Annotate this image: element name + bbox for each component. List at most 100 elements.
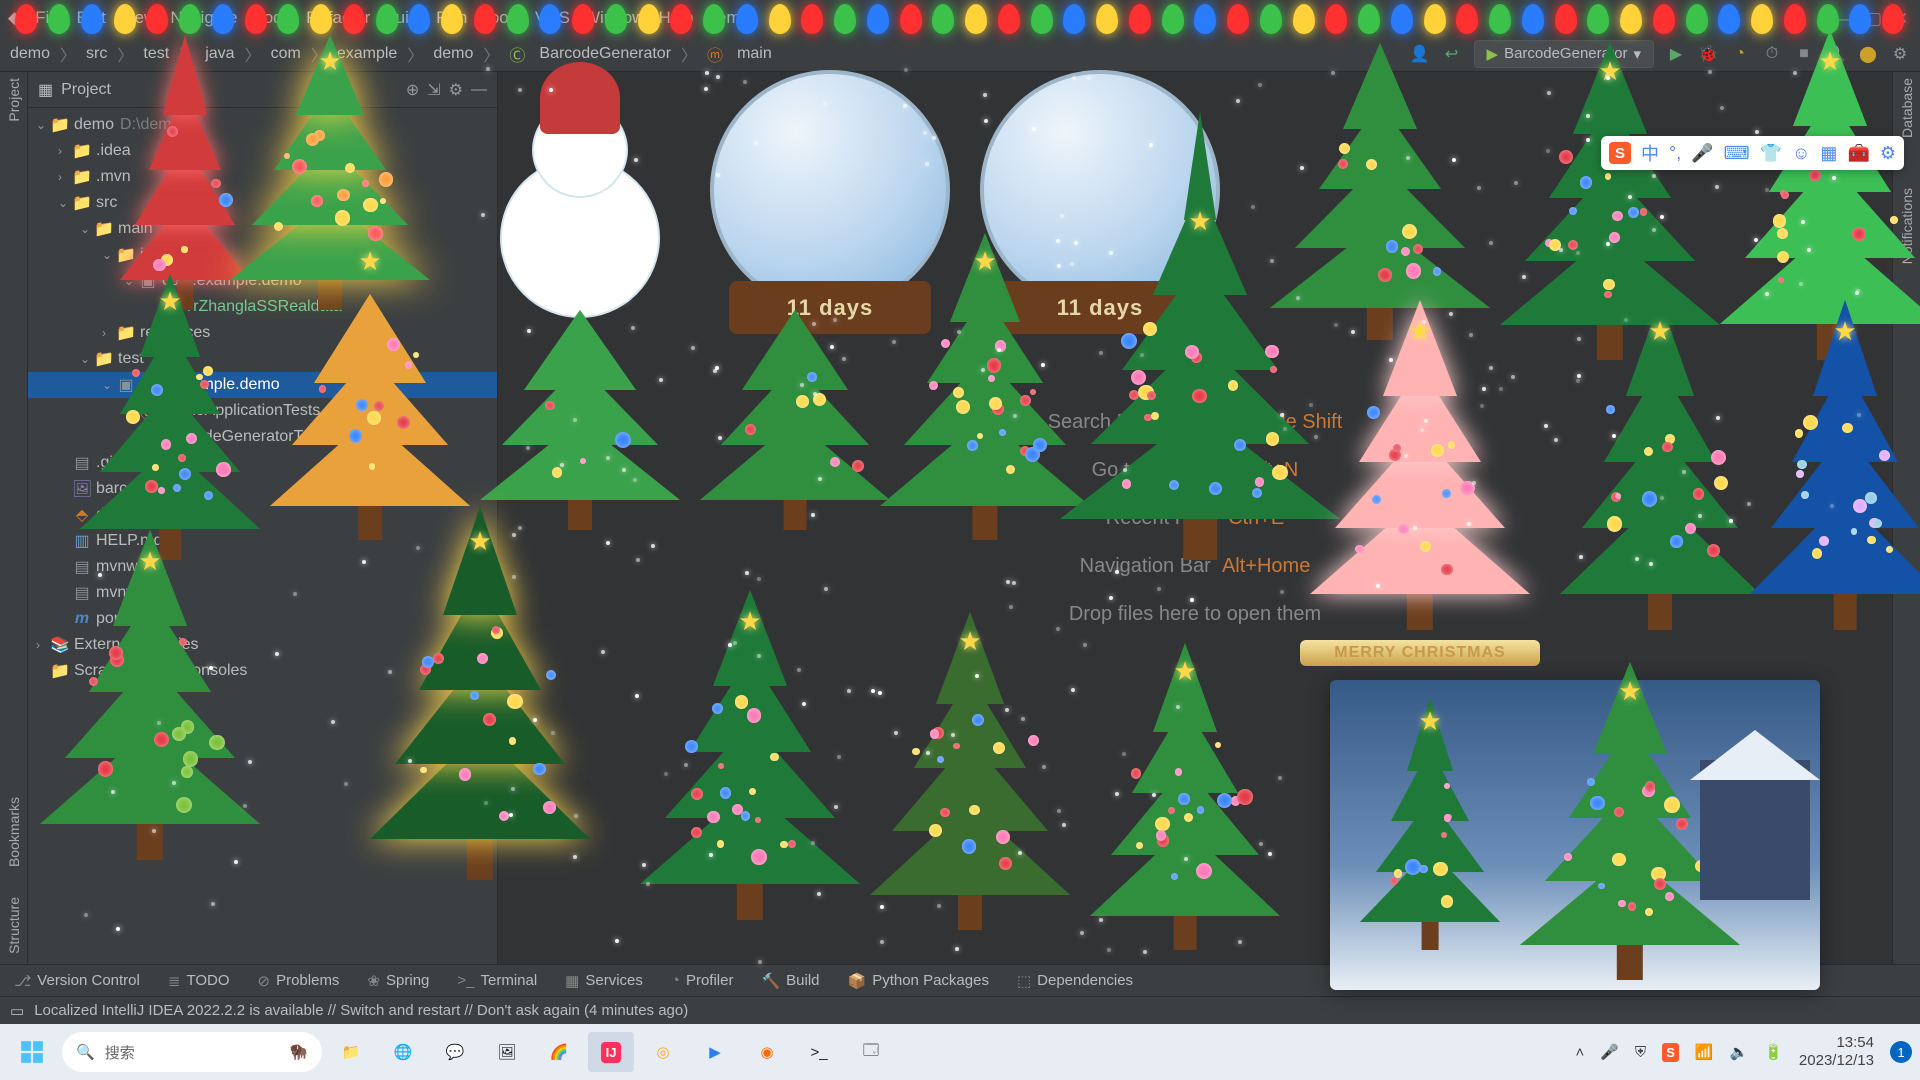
tree-row[interactable]: ⌄📁main (28, 216, 497, 242)
tree-row[interactable]: ⬘demo.iml (28, 502, 497, 528)
crumb-demo[interactable]: demo (433, 45, 473, 63)
menu-demo[interactable]: demo (707, 8, 750, 28)
tb-edge[interactable]: 🌐 (380, 1032, 426, 1072)
btab-version-control[interactable]: ⎇Version Control (14, 972, 140, 990)
ime-shirt-icon[interactable]: 👕 (1760, 143, 1782, 164)
close-icon[interactable]: ✕ (1894, 9, 1912, 27)
project-tree[interactable]: ⌄📁demoD:\demo›📁.idea›📁.mvn⌄📁src⌄📁main⌄📁j… (28, 108, 497, 964)
tree-arrow-icon[interactable]: › (58, 144, 72, 158)
tree-row[interactable]: ⌄📁java (28, 242, 497, 268)
tree-row[interactable]: ›📚External Libraries (28, 632, 497, 658)
debug-button[interactable]: 🐞 (1698, 44, 1718, 64)
tb-app4[interactable]: ◉ (744, 1032, 790, 1072)
ime-lang[interactable]: 中 (1641, 140, 1659, 166)
tree-arrow-icon[interactable]: ⌄ (58, 196, 72, 210)
stop-button[interactable]: ■ (1794, 44, 1814, 64)
tray-safe-icon[interactable]: ⛨ (1635, 1044, 1646, 1061)
search-icon[interactable]: 🔍 (1826, 44, 1846, 64)
tree-arrow-icon[interactable]: › (36, 638, 50, 652)
tray-chevron-icon[interactable]: ˄ (1575, 1044, 1584, 1061)
gutter-project[interactable]: Project (6, 78, 22, 122)
tb-app3[interactable]: ▶ (692, 1032, 738, 1072)
menu-run[interactable]: Run (436, 8, 467, 28)
tray-mic-icon[interactable]: 🎤 (1600, 1043, 1619, 1061)
tb-explorer[interactable]: 📁 (328, 1032, 374, 1072)
crumb-main[interactable]: main (737, 45, 772, 63)
tree-row[interactable]: mpom.xml (28, 606, 497, 632)
ime-toolbar[interactable]: S 中 °, 🎤 ⌨ 👕 ☺ ▦ 🧰 ⚙ (1601, 136, 1904, 170)
menu-tools[interactable]: Tools (481, 8, 521, 28)
tree-row[interactable]: ⌄📁test (28, 346, 497, 372)
tree-row[interactable]: ›📁resources (28, 320, 497, 346)
tray-sogou-icon[interactable]: S (1662, 1043, 1679, 1062)
tree-row[interactable]: ⌄▣com.example.demo (28, 372, 497, 398)
menu-help[interactable]: Help (658, 8, 693, 28)
tree-row[interactable]: ▤mvnw (28, 554, 497, 580)
menu-code[interactable]: Code (251, 8, 292, 28)
tree-row[interactable]: ⌄▣com.example.demo (28, 268, 497, 294)
start-button[interactable] (8, 1032, 56, 1072)
breadcrumb[interactable]: demo〉src〉test〉java〉com〉example〉demo〉ⒸBar… (10, 42, 772, 66)
btab-todo[interactable]: ≣TODO (168, 972, 230, 990)
tray-clock[interactable]: 13:54 2023/12/13 (1799, 1034, 1874, 1070)
ime-toolbox-icon[interactable]: 🧰 (1847, 143, 1869, 164)
btab-python-packages[interactable]: 📦Python Packages (848, 972, 989, 990)
gutter-structure[interactable]: Structure (6, 897, 22, 954)
minimize-icon[interactable]: — (1838, 9, 1856, 27)
tree-arrow-icon[interactable]: ⌄ (80, 222, 94, 236)
tray-battery-icon[interactable]: 🔋 (1764, 1043, 1783, 1061)
tb-intellij[interactable]: IJ (588, 1032, 634, 1072)
tree-row[interactable]: ›📁.idea (28, 138, 497, 164)
tree-row[interactable]: ▤.gitignore (28, 450, 497, 476)
ime-settings-icon[interactable]: ⚙ (1880, 143, 1896, 164)
menu-view[interactable]: View (120, 8, 157, 28)
btab-profiler[interactable]: ◔Profiler (671, 972, 734, 989)
crumb-example[interactable]: example (337, 45, 397, 63)
tree-row[interactable]: ⌄📁demoD:\demo (28, 112, 497, 138)
run-button[interactable]: ▶ (1666, 44, 1686, 64)
ime-punct-icon[interactable]: °, (1669, 143, 1681, 164)
menu-vcs[interactable]: VCS (535, 8, 570, 28)
menu-window[interactable]: Window (584, 8, 644, 28)
back-icon[interactable]: ↩ (1442, 44, 1462, 64)
menu-build[interactable]: Build (384, 8, 422, 28)
tree-arrow-icon[interactable]: › (58, 170, 72, 184)
taskbar-search[interactable]: 🔍 搜索 🦬 (62, 1032, 322, 1072)
btab-build[interactable]: 🔨Build (761, 972, 819, 990)
settings-icon[interactable]: ⚙ (1890, 44, 1910, 64)
tree-row[interactable]: ⌄📁src (28, 190, 497, 216)
btab-problems[interactable]: ⊘Problems (258, 972, 340, 990)
tree-row[interactable]: 📁Scratches and Consoles (28, 658, 497, 684)
gutter-bookmarks[interactable]: Bookmarks (6, 797, 22, 867)
tb-app2[interactable]: ◎ (640, 1032, 686, 1072)
tb-wechat[interactable]: 💬 (432, 1032, 478, 1072)
profile-button[interactable]: ⏱ (1762, 44, 1782, 64)
tree-row[interactable]: ›📁.mvn (28, 164, 497, 190)
tb-app5[interactable]: 🗔 (848, 1032, 894, 1072)
tray-volume-icon[interactable]: 🔈 (1730, 1043, 1749, 1061)
crumb-java[interactable]: java (205, 45, 234, 63)
hide-icon[interactable]: — (471, 81, 487, 99)
status-text[interactable]: Localized IntelliJ IDEA 2022.2.2 is avai… (34, 1002, 688, 1019)
tray-wifi-icon[interactable]: 📶 (1695, 1043, 1714, 1061)
coverage-button[interactable]: ◔ (1730, 44, 1750, 64)
tree-arrow-icon[interactable]: ⌄ (124, 274, 138, 288)
crumb-src[interactable]: src (86, 45, 107, 63)
gutter-database[interactable]: Database (1899, 78, 1915, 138)
tree-row[interactable]: ▥HELP.md (28, 528, 497, 554)
tree-row[interactable]: ⒸTrZhanglaSSRealdata (28, 294, 497, 320)
user-icon[interactable]: 👤 (1410, 44, 1430, 64)
btab-dependencies[interactable]: ⬚Dependencies (1017, 972, 1133, 990)
maximize-icon[interactable]: ▢ (1866, 9, 1884, 27)
tree-arrow-icon[interactable]: › (102, 326, 116, 340)
ime-mic-icon[interactable]: 🎤 (1691, 143, 1713, 164)
tree-row[interactable]: ⒸDemoApplicationTests (28, 398, 497, 424)
select-opened-file-icon[interactable]: ⊕ (406, 80, 419, 100)
crumb-com[interactable]: com (271, 45, 301, 63)
menu-edit[interactable]: Edit (76, 8, 105, 28)
ide-update-icon[interactable]: ⬤ (1858, 44, 1878, 64)
gear-icon[interactable]: ⚙ (449, 80, 463, 100)
crumb-barcodegenerator[interactable]: BarcodeGenerator (539, 45, 671, 63)
tb-app1[interactable]: 🖼 (484, 1032, 530, 1072)
crumb-test[interactable]: test (143, 45, 169, 63)
